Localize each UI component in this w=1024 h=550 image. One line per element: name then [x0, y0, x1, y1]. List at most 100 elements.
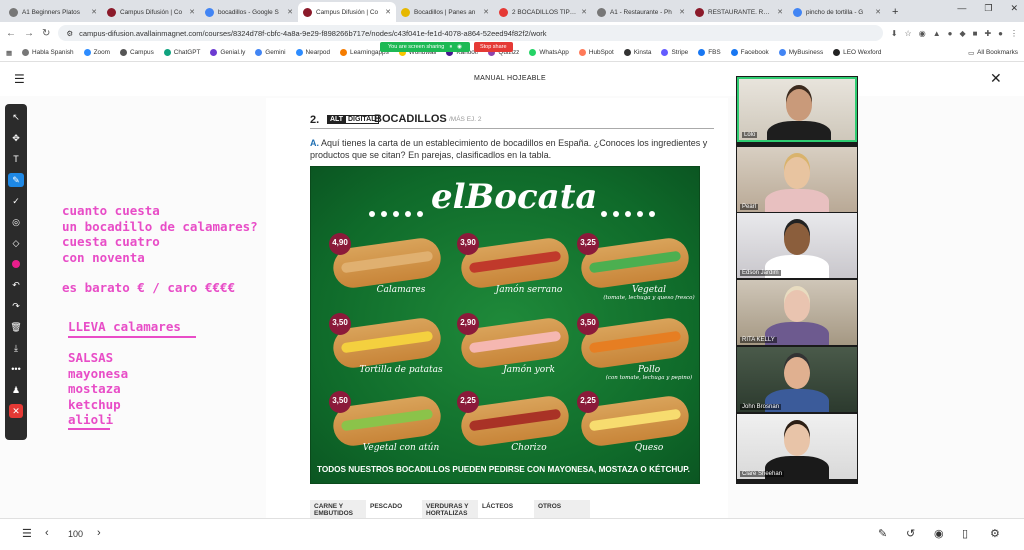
participant-video[interactable]: Edson Jardim [737, 213, 857, 278]
bookmark-item[interactable]: ChatGPT [163, 49, 200, 56]
sandwich-name: Pollo (con tomate, lechuga y pepino) [605, 365, 693, 381]
bookmark-item[interactable]: Nearpod [295, 49, 330, 56]
bookmark-item[interactable]: Facebook [730, 49, 769, 56]
close-tab-icon[interactable]: ✕ [581, 8, 587, 16]
bookmark-item[interactable]: Gemini [255, 49, 286, 56]
participant-head [784, 157, 810, 189]
install-icon[interactable]: ⬇ [891, 29, 898, 38]
more-options-icon[interactable]: ••• [8, 362, 24, 376]
eraser-icon[interactable]: ◇ [8, 236, 24, 250]
extension-icon[interactable]: ▲ [933, 29, 941, 38]
back-icon[interactable]: ← [6, 28, 16, 39]
bookmark-favicon [255, 49, 263, 56]
url-field[interactable]: ⚙ campus-difusion.avallainmagnet.com/cou… [58, 25, 883, 41]
close-tab-icon[interactable]: ✕ [287, 8, 293, 16]
decorative-dots [369, 211, 423, 217]
prev-page-icon[interactable]: ‹ [45, 527, 49, 539]
highlighter-icon[interactable]: ◎ [8, 215, 24, 229]
profile-avatar[interactable]: ● [998, 29, 1003, 38]
extension-icon[interactable]: ◉ [919, 29, 926, 38]
extension-icon[interactable]: ◆ [959, 29, 965, 38]
browser-tab[interactable]: Campus Difusión | Co ✕ [298, 2, 396, 22]
participant-video[interactable]: Pearl [737, 147, 857, 212]
check-icon[interactable]: ✓ [8, 194, 24, 208]
zoom-level[interactable]: 100 [68, 529, 83, 539]
more-icon[interactable]: ⋮ [1010, 29, 1018, 38]
extension-icon[interactable]: ● [948, 29, 953, 38]
text-icon[interactable]: T [8, 152, 24, 166]
extension-icon[interactable]: ■ [973, 29, 978, 38]
participant-video[interactable]: John Brosnan [737, 347, 857, 412]
bookmark-item[interactable]: FBS [698, 49, 721, 56]
browser-tab[interactable]: Bocadillos | Panes an ✕ [396, 2, 494, 22]
browser-tab[interactable]: RESTAURANTE. RELL ✕ [690, 2, 788, 22]
bookmark-item[interactable]: Kinsta [623, 49, 651, 56]
participant-head [784, 223, 810, 255]
bookmark-favicon [119, 49, 127, 56]
site-info-icon[interactable]: ⚙ [66, 29, 73, 38]
settings-icon[interactable]: ⚙ [990, 527, 1000, 540]
participant-video[interactable]: Clare Sheehan [737, 414, 857, 479]
bookmark-item[interactable]: WhatsApp [529, 49, 569, 56]
bookmark-icon[interactable]: ▯ [962, 527, 968, 540]
menu-icon[interactable]: ☰ [14, 72, 25, 86]
brand-logo: elBocata [431, 177, 598, 217]
restore-icon[interactable]: ❐ [984, 3, 992, 14]
trash-icon[interactable]: 🗑 [8, 320, 24, 334]
close-tab-icon[interactable]: ✕ [91, 8, 97, 16]
puzzle-icon[interactable]: ✚ [984, 29, 991, 38]
pause-icon[interactable]: ⏸ [449, 44, 452, 51]
bookmark-item[interactable]: Campus [119, 49, 154, 56]
forward-icon[interactable]: → [24, 28, 34, 39]
browser-tab[interactable]: bocadillos - Google S ✕ [200, 2, 298, 22]
price-badge: 2,90 [457, 313, 479, 335]
more-exercises-link[interactable]: /MÁS EJ. 2 [449, 116, 482, 123]
next-page-icon[interactable]: › [97, 527, 101, 539]
browser-tab[interactable]: pincho de tortilla - G ✕ [788, 2, 886, 22]
close-tab-icon[interactable]: ✕ [483, 8, 489, 16]
pen-icon[interactable]: ✎ [8, 173, 24, 187]
browser-tab[interactable]: Campus Difusión | Co ✕ [102, 2, 200, 22]
close-tab-icon[interactable]: ✕ [189, 8, 195, 16]
edit-icon[interactable]: ✎ [878, 527, 887, 540]
bookmark-item[interactable]: Genial.ly [210, 49, 245, 56]
redo-icon[interactable]: ↷ [8, 299, 24, 313]
url-text: campus-difusion.avallainmagnet.com/cours… [79, 28, 547, 38]
undo-icon[interactable]: ↶ [8, 278, 24, 292]
browser-tab[interactable]: A1 - Restaurante - Ph ✕ [592, 2, 690, 22]
users-icon[interactable]: ♟ [8, 383, 24, 397]
close-toolbar-button[interactable]: ✕ [9, 404, 23, 418]
price-badge: 3,50 [577, 313, 599, 335]
browser-tab[interactable]: 2 BOCADILLOS TÍPICO ✕ [494, 2, 592, 22]
close-window-icon[interactable]: ✕ [1010, 3, 1018, 14]
color-picker[interactable] [8, 257, 24, 271]
star-icon[interactable]: ☆ [905, 29, 912, 38]
tab-label: Campus Difusión | Co [120, 8, 183, 16]
all-bookmarks-button[interactable]: ▭ All Bookmarks [968, 49, 1018, 57]
bookmark-item[interactable]: HubSpot [578, 49, 614, 56]
download-icon[interactable]: ⤓ [8, 341, 24, 355]
participant-video[interactable]: RITA KELLY [737, 280, 857, 345]
close-tab-icon[interactable]: ✕ [777, 8, 783, 16]
close-icon[interactable]: ✕ [990, 70, 1002, 87]
close-tab-icon[interactable]: ✕ [679, 8, 685, 16]
list-icon[interactable]: ☰ [22, 527, 32, 540]
bookmark-item[interactable]: Zoom [83, 49, 110, 56]
minimize-icon[interactable]: — [957, 3, 966, 14]
close-tab-icon[interactable]: ✕ [875, 8, 881, 16]
eye-icon[interactable]: ◉ [934, 527, 944, 540]
apps-icon[interactable]: ▦ [6, 49, 12, 57]
move-icon[interactable]: ✥ [8, 131, 24, 145]
bookmark-item[interactable]: Stripe [661, 49, 688, 56]
bookmark-item[interactable]: MyBusiness [778, 49, 823, 56]
close-tab-icon[interactable]: ✕ [385, 8, 391, 16]
browser-tab[interactable]: A1 Beginners Platos ✕ [4, 2, 102, 22]
cursor-icon[interactable]: ↖ [8, 110, 24, 124]
participant-video[interactable]: Lolo [737, 77, 857, 142]
new-tab-icon[interactable]: + [886, 2, 904, 22]
bookmark-item[interactable]: Habla Spanish [22, 49, 74, 56]
reload-icon[interactable]: ↻ [42, 28, 50, 39]
undo-icon[interactable]: ↺ [906, 527, 915, 540]
bookmark-item[interactable]: LEO Wexford [833, 49, 881, 56]
stop-share-button[interactable]: Stop share [473, 42, 513, 52]
